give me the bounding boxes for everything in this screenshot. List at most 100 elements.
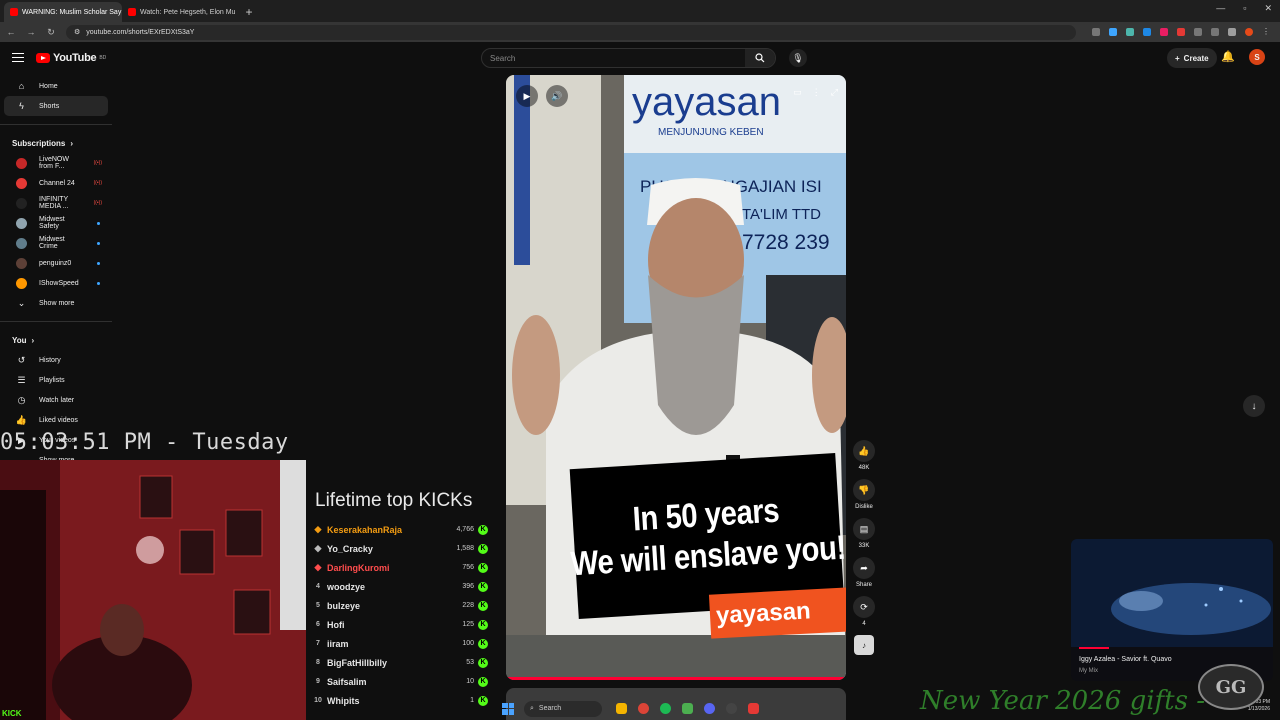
reload-icon[interactable]: ↻ [46,27,56,38]
you-header[interactable]: You › [0,330,115,350]
youtube-header: YouTube BD Search 🎙 + Create 🔔 S [0,42,1280,72]
extensions-area: ⋮ [1092,28,1270,36]
sidebar-item-label: penguinz0 [39,259,72,267]
sidebar-item-home[interactable]: ⌂ Home [4,76,108,96]
forward-icon[interactable]: → [26,27,36,37]
notifications-bell-icon[interactable]: 🔔 [1221,50,1235,63]
sidebar-item-playlists[interactable]: ☰ Playlists [4,370,108,390]
sidebar-item-subscription[interactable]: Channel 24 ((•)) [4,173,108,193]
minimize-icon[interactable]: — [1216,3,1225,14]
browser-tab-active[interactable]: WARNING: Muslim Scholar Say ✕ [4,2,122,22]
volume-icon[interactable]: 🔊 [546,85,568,107]
comments-action[interactable]: ▤ 33K [851,518,877,551]
sidebar-item-liked-videos[interactable]: 👍 Liked videos [4,410,108,430]
miniplayer-progress[interactable] [1079,647,1109,649]
create-button[interactable]: + Create [1167,48,1217,68]
sidebar-item-history[interactable]: ↺ History [4,350,108,370]
channel-avatar [16,257,27,269]
miniplayer[interactable]: Iggy Azalea - Savior ft. Quavo My Mix [1071,539,1273,681]
search-icon [755,53,765,63]
leaderboard-value: 125 [462,621,474,628]
chrome-icon[interactable] [638,703,649,714]
hamburger-menu-icon[interactable] [12,53,24,62]
show-more-button[interactable]: ⌄ Show more [4,293,108,313]
play-icon[interactable]: ▶ [516,85,538,107]
leaderboard-row: ◆ Yo_Cracky 1,588 K [310,539,500,558]
avatar[interactable]: S [1249,49,1265,65]
extension-icon[interactable] [1126,28,1134,36]
extension-icon[interactable] [1143,28,1151,36]
discord-icon[interactable] [704,703,715,714]
sidebar-item-subscription[interactable]: Midwest Crime [4,233,108,253]
extension-icon[interactable] [1228,28,1236,36]
taskbar-search[interactable]: ⌕ Search [524,700,602,717]
sidebar-item-watch-later[interactable]: ◷ Watch later [4,390,108,410]
watch-later-icon: ◷ [17,394,26,405]
sidebar-item-subscription[interactable]: Midwest Safety [4,213,108,233]
sidebar-item-subscription[interactable]: IShowSpeed [4,273,108,293]
app-icon[interactable] [748,703,759,714]
menu-dots-icon[interactable]: ⋮ [1262,28,1270,36]
fullscreen-icon[interactable]: ⤢ [831,87,838,98]
subscriptions-header[interactable]: Subscriptions › [0,133,115,153]
bookmark-star-icon[interactable] [1109,28,1117,36]
app-icon[interactable] [682,703,693,714]
search-button[interactable] [745,49,775,67]
file-explorer-icon[interactable] [616,703,627,714]
remix-icon[interactable]: ⟳ [853,596,875,618]
split-view-icon[interactable] [1211,28,1219,36]
like-icon: 👍 [15,414,28,425]
like-count: 48K [858,465,870,471]
captions-icon[interactable]: ▭ [793,87,802,98]
dislike-action[interactable]: 👎 Dislike [851,479,877,512]
sidebar-item-subscription[interactable]: LiveNOW from F... ((•)) [4,153,108,173]
sound-thumbnail[interactable]: ♪ [854,635,874,655]
leaderboard-value: 1 [470,697,474,704]
extension-icon[interactable] [1177,28,1185,36]
share-action[interactable]: ➦ Share [851,557,877,590]
remix-action[interactable]: ⟳ 4 [851,596,877,629]
more-options-icon[interactable]: ⋮ [812,87,821,98]
profile-icon[interactable] [1245,28,1253,36]
site-info-icon[interactable]: ⚙ [74,28,80,36]
sidebar-item-subscription[interactable]: INFINITY MEDIA ... ((•)) [4,193,108,213]
back-icon[interactable]: ← [6,27,16,37]
share-icon[interactable]: ➦ [853,557,875,579]
channel-avatar [16,197,27,209]
obs-icon[interactable] [726,703,737,714]
sidebar-item-label: Playlists [39,376,65,384]
microphone-icon[interactable]: 🎙 [789,49,807,67]
windows-start-icon[interactable] [502,702,514,715]
like-action[interactable]: 👍 48K [851,440,877,473]
address-bar[interactable]: ⚙ youtube.com/shorts/EXrEDXtS3aY [66,24,1076,40]
kick-badge-icon: K [478,524,488,535]
youtube-logo[interactable]: YouTube BD [36,52,106,64]
youtube-favicon-icon [128,8,136,16]
shorts-actions: 👍 48K 👎 Dislike ▤ 33K ➦ Share ⟳ 4 ♪ [851,440,877,655]
sidebar-item-shorts[interactable]: ϟ Shorts [4,96,108,116]
next-short-arrow-icon[interactable]: ↓ [1243,395,1265,417]
share-label: Share [855,582,872,588]
taskbar-date: 1/13/2026 [1247,706,1270,712]
comment-icon[interactable]: ▤ [853,518,875,540]
sidebar-item-label: Midwest Safety [39,216,65,230]
close-window-icon[interactable]: ✕ [1264,3,1272,14]
extension-icon[interactable] [1160,28,1168,36]
search-box[interactable]: Search [481,48,776,68]
cast-icon[interactable] [1092,28,1100,36]
shorts-video-player[interactable]: yayasan MENJUNJUNG KEBEN PUSAT PENGAJIAN… [506,75,846,680]
new-tab-button[interactable]: + [240,2,258,22]
spotify-icon[interactable] [660,703,671,714]
video-progress-bar[interactable] [506,677,846,680]
dislike-icon[interactable]: 👎 [853,479,875,501]
maximize-icon[interactable]: ▫ [1243,3,1246,14]
search-input[interactable]: Search [482,54,745,63]
subscriptions-title: Subscriptions [12,138,66,148]
kick-badge-icon: K [478,695,488,706]
leaderboard-rank: 4 [316,583,320,590]
sidebar-item-subscription[interactable]: penguinz0 [4,253,108,273]
browser-tab[interactable]: Watch: Pete Hegseth, Elon Mu ✕ [122,2,240,22]
stream-clock: 05:03:51 PM - Tuesday [0,430,289,455]
like-icon[interactable]: 👍 [853,440,875,462]
puzzle-icon[interactable] [1194,28,1202,36]
